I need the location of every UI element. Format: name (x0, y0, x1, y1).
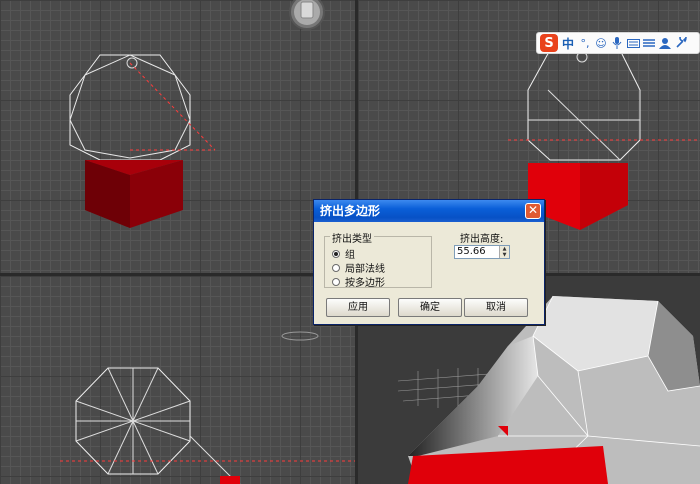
radio-selected-icon[interactable] (332, 249, 340, 258)
keyboard-icon[interactable] (626, 36, 640, 50)
sogou-logo-icon[interactable]: S (540, 34, 558, 52)
viewport-nav-widget[interactable] (284, 0, 330, 30)
ime-toolbar[interactable]: S 中 °, ☺ (536, 32, 700, 54)
ime-mode-toggle[interactable]: 中 (560, 35, 576, 52)
radio-label: 局部法线 (345, 264, 385, 275)
extrude-polygons-dialog[interactable]: 挤出多边形 ✕ 挤出类型 组 局部法线 按多边形 挤出高度: 55.66 ▲ ▼ … (313, 199, 545, 325)
radio-icon[interactable] (332, 263, 340, 272)
viewport-bottom-left[interactable] (0, 276, 355, 484)
ok-button[interactable]: 确定 (398, 298, 462, 317)
punctuation-icon[interactable]: °, (578, 36, 592, 50)
settings-icon[interactable] (674, 36, 688, 50)
radio-group[interactable]: 组 (332, 246, 355, 261)
spinner-arrows-icon[interactable]: ▲ ▼ (499, 246, 509, 258)
extrusion-height-label: 挤出高度: (460, 234, 504, 245)
octagon-wireframe-object (69, 54, 216, 228)
radio-local-normal[interactable]: 局部法线 (332, 260, 385, 275)
menu-icon[interactable] (642, 36, 656, 50)
dialog-title[interactable]: 挤出多边形 (314, 200, 544, 222)
radio-by-polygon[interactable]: 按多边形 (332, 274, 385, 289)
radio-label: 按多边形 (345, 278, 385, 289)
cancel-button[interactable]: 取消 (464, 298, 528, 317)
extrusion-type-label: 挤出类型 (330, 230, 374, 245)
microphone-icon[interactable] (610, 36, 624, 50)
close-icon[interactable]: ✕ (525, 203, 541, 219)
emoji-icon[interactable]: ☺ (594, 36, 608, 50)
octagon-wireframe-object (60, 331, 355, 484)
viewport-top-left[interactable] (0, 0, 355, 273)
user-icon[interactable] (658, 36, 672, 50)
radio-label: 组 (345, 250, 355, 261)
extrusion-height-value[interactable]: 55.66 (457, 246, 486, 257)
apply-button[interactable]: 应用 (326, 298, 390, 317)
extrusion-height-spinner[interactable]: 55.66 ▲ ▼ (454, 245, 510, 259)
radio-icon[interactable] (332, 277, 340, 286)
